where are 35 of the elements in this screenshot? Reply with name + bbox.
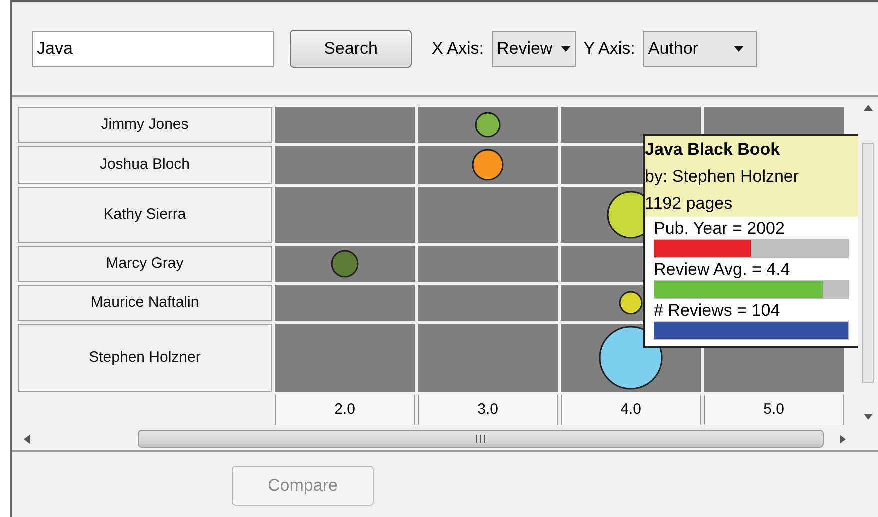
vertical-scrollbar[interactable]: [858, 97, 878, 428]
data-bubble[interactable]: [475, 112, 501, 138]
author-label: Joshua Bloch: [18, 146, 272, 184]
grip-icon: [476, 435, 486, 443]
column-label: 5.0: [704, 395, 844, 425]
author-label: Stephen Holzner: [18, 324, 272, 392]
column-label: 4.0: [561, 395, 701, 425]
horizontal-scrollbar[interactable]: [12, 428, 878, 450]
scroll-left-icon[interactable]: [24, 434, 30, 444]
caret-icon: [560, 46, 571, 52]
x-axis-label: X Axis:: [432, 38, 484, 60]
search-field[interactable]: Java: [32, 30, 274, 66]
author-label: Kathy Sierra: [18, 187, 272, 243]
tooltip-title: Java Black Book: [645, 139, 782, 161]
metric-label: Pub. Year = 2002: [654, 219, 786, 239]
data-bubble[interactable]: [472, 149, 504, 181]
data-bubble[interactable]: [599, 326, 663, 390]
column-label: 2.0: [275, 395, 415, 425]
tooltip-author: by: Stephen Holzner: [645, 166, 800, 188]
metric-label: # Reviews = 104: [654, 301, 782, 321]
scroll-up-icon[interactable]: [864, 105, 872, 111]
author-label: Jimmy Jones: [18, 107, 272, 143]
tooltip-pages: 1192 pages: [645, 193, 734, 215]
author-label: Marcy Gray: [18, 246, 272, 282]
x-axis-dropdown[interactable]: Review: [492, 30, 576, 66]
search-button[interactable]: Search: [290, 30, 412, 68]
scroll-right-icon[interactable]: [840, 434, 846, 444]
column-label: 3.0: [418, 395, 558, 425]
author-label: Maurice Naftalin: [18, 285, 272, 321]
y-axis-label: Y Axis:: [584, 38, 636, 60]
scroll-down-icon[interactable]: [864, 414, 872, 420]
caret-icon: [734, 46, 744, 52]
metric-label: Review Avg. = 4.4: [654, 260, 792, 280]
data-bubble[interactable]: [619, 291, 643, 315]
y-axis-dropdown[interactable]: Author: [643, 30, 758, 66]
